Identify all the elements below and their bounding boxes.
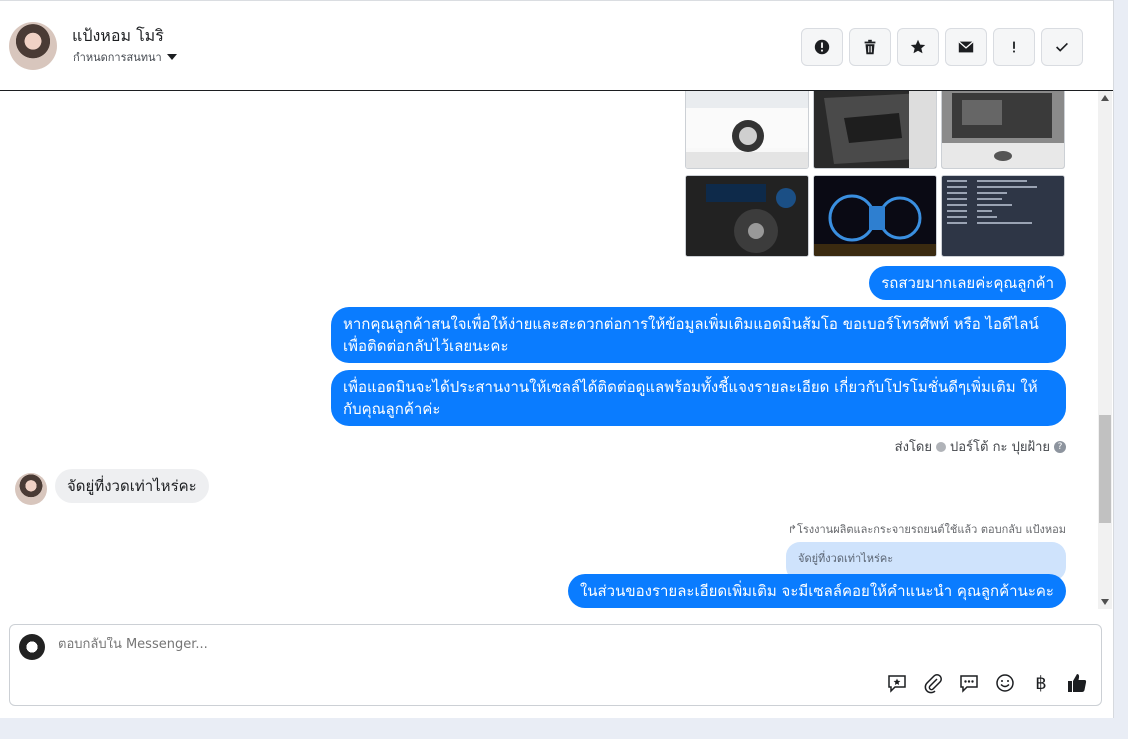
header-actions bbox=[801, 28, 1083, 66]
emoji-button[interactable] bbox=[993, 671, 1017, 695]
speech-star-icon bbox=[888, 675, 906, 693]
follow-up-button[interactable] bbox=[993, 28, 1035, 66]
mark-done-button[interactable] bbox=[1041, 28, 1083, 66]
contact-avatar[interactable] bbox=[9, 22, 57, 70]
mark-spam-button[interactable] bbox=[801, 28, 843, 66]
incoming-message[interactable]: จัดยู่ที่งวดเท่าไหร่คะ bbox=[55, 469, 209, 503]
help-icon[interactable]: ? bbox=[1054, 440, 1066, 453]
payment-button[interactable]: ฿ bbox=[1029, 671, 1053, 695]
chat-bubble-icon bbox=[960, 675, 978, 693]
conversation-settings-label: กำหนดการสนทนา bbox=[73, 51, 162, 64]
scroll-up-arrow-icon[interactable] bbox=[1101, 95, 1109, 101]
conversation-header: แป้งหอม โมริ กำหนดการสนทนา bbox=[0, 1, 1113, 91]
chevron-down-icon bbox=[166, 54, 177, 60]
attach-button[interactable] bbox=[921, 671, 945, 695]
contact-name[interactable]: แป้งหอม โมริ bbox=[72, 24, 164, 49]
outgoing-message[interactable]: หากคุณลูกค้าสนใจเพื่อให้ง่ายและสะดวกต่อก… bbox=[331, 307, 1066, 363]
star-button[interactable] bbox=[897, 28, 939, 66]
smiley-icon bbox=[996, 674, 1014, 692]
contact-avatar-small[interactable] bbox=[15, 473, 47, 505]
check-icon bbox=[1056, 42, 1068, 52]
conversation-panel: แป้งหอม โมริ กำหนดการสนทนา รถสวยมากเลยค่… bbox=[0, 0, 1114, 718]
like-button[interactable] bbox=[1065, 671, 1089, 695]
trash-icon bbox=[864, 39, 876, 55]
delete-button[interactable] bbox=[849, 28, 891, 66]
sent-by-label: ส่งโดย bbox=[894, 440, 932, 455]
composer-tools: ฿ bbox=[885, 671, 1089, 695]
car-photo-engine[interactable] bbox=[941, 91, 1065, 169]
thumbs-up-icon bbox=[1068, 674, 1087, 692]
sent-by-info: ส่งโดย ปอร์โต้ กะ ปุยฝ้าย ? bbox=[895, 436, 1066, 457]
message-list[interactable]: รถสวยมากเลยค่ะคุณลูกค้า หากคุณลูกค้าสนใจ… bbox=[0, 91, 1113, 611]
car-photo-gauges[interactable] bbox=[813, 175, 937, 257]
sent-by-name: ปอร์โต้ กะ ปุยฝ้าย bbox=[950, 440, 1050, 455]
outgoing-message[interactable]: ในส่วนของรายละเอียดเพิ่มเติม จะมีเซลล์คอ… bbox=[567, 574, 1066, 608]
car-photo-dashboard[interactable] bbox=[685, 175, 809, 257]
paperclip-icon bbox=[924, 674, 942, 694]
saved-reply-button[interactable] bbox=[885, 671, 909, 695]
conversation-settings-dropdown[interactable]: กำหนดการสนทนา bbox=[73, 48, 177, 66]
envelope-icon bbox=[958, 41, 974, 53]
reply-input[interactable] bbox=[58, 637, 758, 652]
alert-circle-icon bbox=[814, 39, 830, 55]
page-avatar bbox=[19, 634, 45, 660]
car-photo-exterior[interactable] bbox=[685, 91, 809, 169]
car-photo-spec-sheet[interactable] bbox=[941, 175, 1065, 257]
reply-note: ↱โรงงานผลิตและกระจายรถยนต์ใช้แล้ว ตอบกลั… bbox=[787, 523, 1066, 536]
car-photo-door[interactable] bbox=[813, 91, 937, 169]
scroll-down-arrow-icon[interactable] bbox=[1101, 599, 1109, 605]
star-icon bbox=[910, 39, 926, 54]
message-scrollbar[interactable] bbox=[1098, 91, 1112, 609]
reply-composer: ฿ bbox=[9, 624, 1102, 706]
admin-avatar-icon bbox=[936, 441, 946, 452]
mark-unread-button[interactable] bbox=[945, 28, 987, 66]
outgoing-message[interactable]: รถสวยมากเลยค่ะคุณลูกค้า bbox=[869, 266, 1066, 300]
right-edge bbox=[1128, 0, 1134, 739]
baht-icon: ฿ bbox=[1035, 672, 1047, 694]
scrollbar-thumb[interactable] bbox=[1099, 415, 1111, 523]
outgoing-message[interactable]: เพื่อแอดมินจะได้ประสานงานให้เซลล์ได้ติดต… bbox=[331, 370, 1066, 426]
exclamation-icon bbox=[1013, 41, 1015, 53]
quick-reply-button[interactable] bbox=[957, 671, 981, 695]
